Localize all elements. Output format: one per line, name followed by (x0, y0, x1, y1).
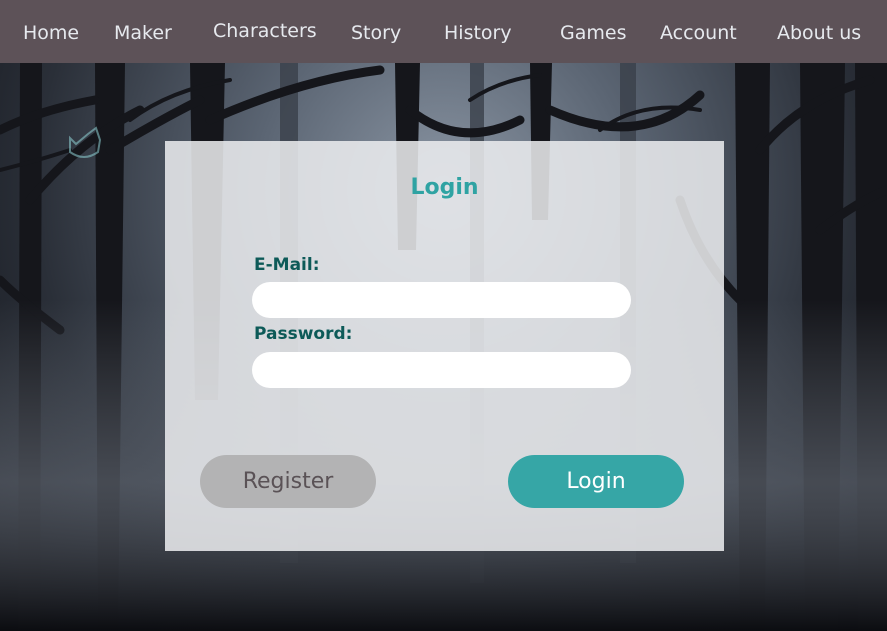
nav-item-home[interactable]: Home (23, 22, 79, 44)
login-title: Login (410, 175, 479, 200)
email-label: E-Mail: (254, 255, 320, 275)
register-button[interactable]: Register (200, 455, 376, 508)
nav-item-games[interactable]: Games (560, 22, 626, 44)
nav-item-story[interactable]: Story (351, 22, 401, 44)
password-field[interactable] (252, 352, 631, 388)
password-label: Password: (254, 324, 353, 344)
nav-item-characters[interactable]: Characters (213, 20, 317, 42)
nav-item-history[interactable]: History (444, 22, 512, 44)
nav-item-maker[interactable]: Maker (114, 22, 172, 44)
nav-item-account[interactable]: Account (660, 22, 737, 44)
login-button[interactable]: Login (508, 455, 684, 508)
top-navbar: Home Maker Characters Story History Game… (0, 0, 887, 63)
nav-item-about-us[interactable]: About us (777, 22, 861, 44)
login-panel: Login E-Mail: Password: Register Login (165, 141, 724, 551)
email-field[interactable] (252, 282, 631, 318)
